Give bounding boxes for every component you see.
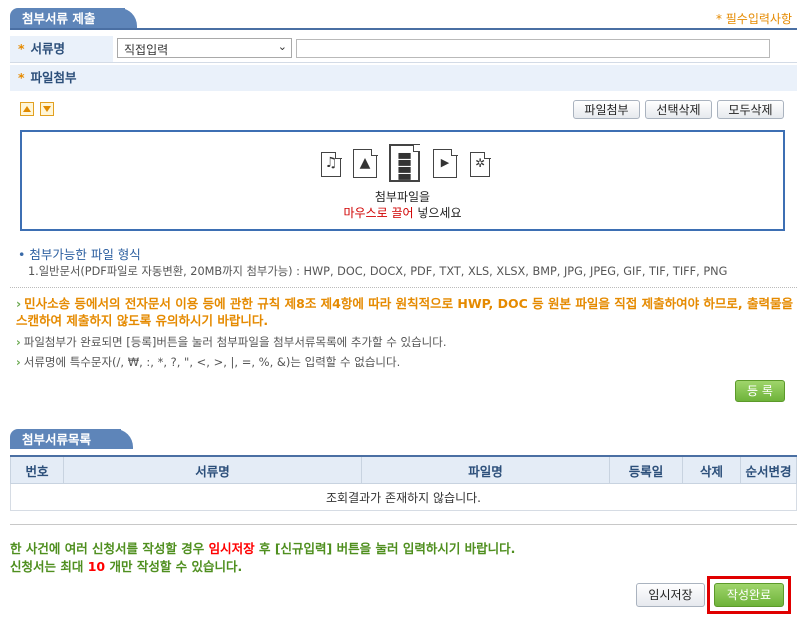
required-note: * 필수입력사항 <box>715 12 792 26</box>
info-notice-2-text: 서류명에 특수문자(/, ₩, :, *, ?, ", <, >, |, =, … <box>23 355 401 369</box>
delete-all-button[interactable]: 모두삭제 <box>717 100 784 119</box>
attach-label-text: 파일첨부 <box>30 70 77 85</box>
column-header-file-name: 파일명 <box>361 455 610 484</box>
section-title: 첨부서류 제출 <box>22 11 96 26</box>
attach-file-button[interactable]: 파일첨부 <box>573 100 640 119</box>
section-title: 첨부서류목록 <box>22 432 92 447</box>
image-file-icon: ▲ <box>353 148 378 178</box>
table-row: 조회결과가 존재하지 않습니다. <box>10 483 797 511</box>
bottom-note-2: 신청서는 최대 10 개만 작성할 수 있습니다. <box>10 556 242 575</box>
info-notice-1: › 파일첨부가 완료되면 [등록]버튼을 눌러 첨부파일을 첨부서류목록에 추가할… <box>16 335 447 349</box>
table-header-row: 번호 서류명 파일명 등록일 삭제 순서변경 <box>10 455 797 484</box>
formats-title: • 첨부가능한 파일 형식 <box>18 247 141 262</box>
section-header-attach: 첨부서류 제출 <box>10 8 797 30</box>
bottom-note-2-b: 개만 작성할 수 있습니다. <box>105 559 243 574</box>
drop-zone-text-2: 마우스로 끌어 넣으세요 <box>22 204 783 221</box>
warning-notice-text: 민사소송 등에서의 전자문서 이용 등에 관한 규칙 제8조 제4항에 따라 원… <box>16 296 794 328</box>
file-drop-zone[interactable]: ♫ ▲ ▬ ▬ ▬ ▬ ▶ ✲ 첨부파일을 마우스로 끌어 넣으세요 <box>20 130 785 231</box>
bottom-note-1-b: 후 [신규입력] 버튼을 눌러 입력하시기 바랍니다. <box>254 541 516 556</box>
section-header-list: 첨부서류목록 <box>10 429 797 449</box>
attachment-table: 번호 서류명 파일명 등록일 삭제 순서변경 조회결과가 존재하지 않습니다. <box>10 455 797 511</box>
warning-notice: › 민사소송 등에서의 전자문서 이용 등에 관한 규칙 제8조 제4항에 따라 … <box>16 296 794 328</box>
column-header-reg-date: 등록일 <box>609 455 683 484</box>
info-notice-1-text: 파일첨부가 완료되면 [등록]버튼을 눌러 첨부파일을 첨부서류목록에 추가할 … <box>23 335 447 349</box>
arrow-up-icon <box>23 106 31 112</box>
doc-name-label-text: 서류명 <box>30 41 66 56</box>
divider <box>10 524 797 525</box>
doc-name-label: * 서류명 <box>10 36 113 62</box>
column-header-number: 번호 <box>10 455 64 484</box>
section-tab: 첨부서류목록 <box>10 429 134 449</box>
divider <box>10 62 797 63</box>
bottom-note-1: 한 사건에 여러 신청서를 작성할 경우 임시저장 후 [신규입력] 버튼을 눌… <box>10 538 515 557</box>
delete-selected-button[interactable]: 선택삭제 <box>645 100 712 119</box>
move-up-button[interactable] <box>20 102 34 116</box>
column-header-delete: 삭제 <box>682 455 741 484</box>
divider <box>10 287 797 288</box>
music-file-icon: ♫ <box>321 151 342 177</box>
doc-type-select-value: 직접입력 <box>124 43 169 57</box>
move-down-button[interactable] <box>40 102 54 116</box>
bottom-note-1-highlight: 임시저장 <box>208 541 255 556</box>
empty-message: 조회결과가 존재하지 않습니다. <box>10 483 797 511</box>
formats-desc: 1.일반문서(PDF파일로 자동변환, 20MB까지 첨부가능) : HWP, … <box>28 265 728 278</box>
drop-zone-text-rest: 넣으세요 <box>413 206 462 220</box>
drop-zone-text-highlight: 마우스로 끌어 <box>343 206 414 220</box>
doc-type-select[interactable]: 직접입력 ⌄ <box>117 38 292 58</box>
attach-label: * 파일첨부 <box>10 65 797 91</box>
formats-title-text: 첨부가능한 파일 형식 <box>29 247 141 262</box>
document-file-icon: ▬ ▬ ▬ ▬ <box>389 144 420 184</box>
register-button[interactable]: 등 록 <box>735 380 785 402</box>
bottom-note-2-a: 신청서는 최대 <box>10 559 88 574</box>
chevron-down-icon: ⌄ <box>277 40 287 53</box>
column-header-doc-name: 서류명 <box>63 455 362 484</box>
complete-button[interactable]: 작성완료 <box>714 583 784 607</box>
doc-name-input[interactable] <box>296 39 770 58</box>
section-tab: 첨부서류 제출 <box>10 8 138 28</box>
bottom-note-2-highlight: 10 <box>87 559 106 574</box>
info-notice-2: › 서류명에 특수문자(/, ₩, :, *, ?, ", <, >, |, =,… <box>16 355 401 369</box>
bottom-note-1-a: 한 사건에 여러 신청서를 작성할 경우 <box>10 541 209 556</box>
arrow-down-icon <box>43 106 51 112</box>
temp-save-button[interactable]: 임시저장 <box>636 583 705 607</box>
settings-file-icon: ✲ <box>470 151 491 177</box>
column-header-order: 순서변경 <box>740 455 797 484</box>
video-file-icon: ▶ <box>433 148 458 178</box>
drop-zone-text-1: 첨부파일을 <box>374 190 431 204</box>
